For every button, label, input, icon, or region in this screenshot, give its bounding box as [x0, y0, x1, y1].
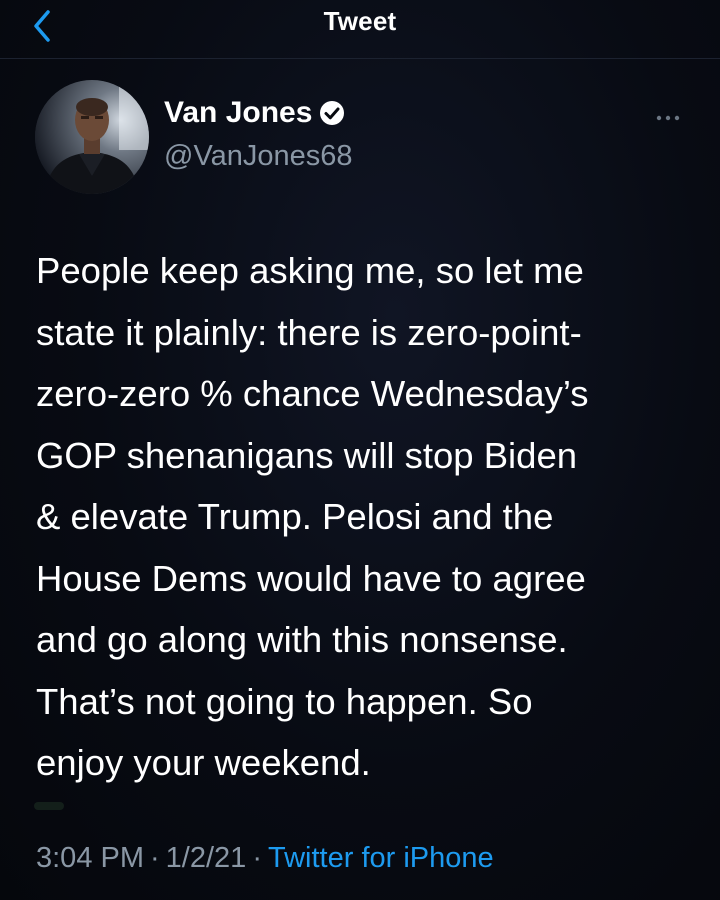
tweet-date: 1/2/21	[165, 842, 247, 874]
meta-separator: ·	[150, 842, 160, 874]
page-title: Tweet	[323, 6, 397, 36]
tweet-time: 3:04 PM	[36, 842, 144, 874]
tweet-text: People keep asking me, so let me state i…	[36, 250, 589, 783]
author-avatar[interactable]	[35, 80, 149, 194]
tweet-metadata: 3:04 PM · 1/2/21 · Twitter for iPhone	[36, 842, 494, 875]
more-dots-icon	[656, 115, 680, 121]
author-name[interactable]: Van Jones	[164, 96, 312, 130]
verified-badge-icon	[320, 101, 345, 125]
meta-separator: ·	[252, 842, 262, 874]
tweet-detail-screen: Tweet Van Jones @VanJones68 People keep …	[0, 0, 720, 900]
avatar-photo	[35, 80, 149, 194]
author-name-row[interactable]: Van Jones	[164, 96, 346, 130]
more-options-button[interactable]	[648, 106, 692, 130]
top-navigation-bar: Tweet	[0, 0, 720, 59]
faint-artifact-mark	[34, 802, 64, 810]
author-handle[interactable]: @VanJones68	[164, 140, 353, 173]
tweet-source-link[interactable]: Twitter for iPhone	[268, 842, 494, 874]
